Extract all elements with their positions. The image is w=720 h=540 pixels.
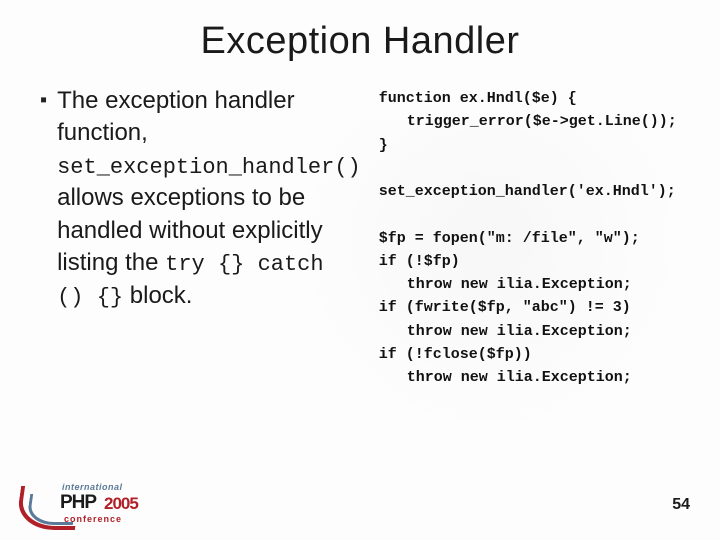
bullet-item: ▪ The exception handler function, set_ex… (40, 85, 361, 313)
bullet-code-1: set_exception_handler() (57, 155, 361, 180)
slide-container: Exception Handler ▪ The exception handle… (0, 0, 720, 540)
logo-top-text: international (62, 482, 123, 492)
logo-main-text: PHP (60, 492, 96, 514)
code-line: if (fwrite($fp, "abc") != 3) (379, 296, 680, 319)
footer: international PHP 2005 conference 54 (0, 470, 720, 540)
code-line: set_exception_handler('ex.Hndl'); (379, 180, 680, 203)
code-line: $fp = fopen("m: /file", "w"); (379, 227, 680, 250)
left-column: ▪ The exception handler function, set_ex… (40, 85, 361, 389)
bullet-square-icon: ▪ (40, 87, 47, 113)
conference-logo: international PHP 2005 conference (24, 480, 154, 530)
code-line: if (!fclose($fp)) (379, 343, 680, 366)
code-line: throw new ilia.Exception; (379, 320, 680, 343)
logo-bottom-text: conference (64, 514, 122, 524)
code-line: if (!$fp) (379, 250, 680, 273)
code-line: function ex.Hndl($e) { (379, 87, 680, 110)
code-line: } (379, 134, 680, 157)
right-column-code: function ex.Hndl($e) { trigger_error($e-… (379, 85, 680, 389)
bullet-seg-1: The exception handler function, (57, 87, 295, 146)
bullet-seg-3: block. (123, 282, 192, 309)
code-line: throw new ilia.Exception; (379, 273, 680, 296)
code-line: throw new ilia.Exception; (379, 366, 680, 389)
page-number: 54 (672, 496, 690, 514)
content-columns: ▪ The exception handler function, set_ex… (40, 85, 680, 389)
logo-year-text: 2005 (104, 494, 138, 514)
code-line: trigger_error($e->get.Line()); (379, 110, 680, 133)
slide-title: Exception Handler (40, 20, 680, 63)
bullet-text: The exception handler function, set_exce… (57, 85, 361, 313)
